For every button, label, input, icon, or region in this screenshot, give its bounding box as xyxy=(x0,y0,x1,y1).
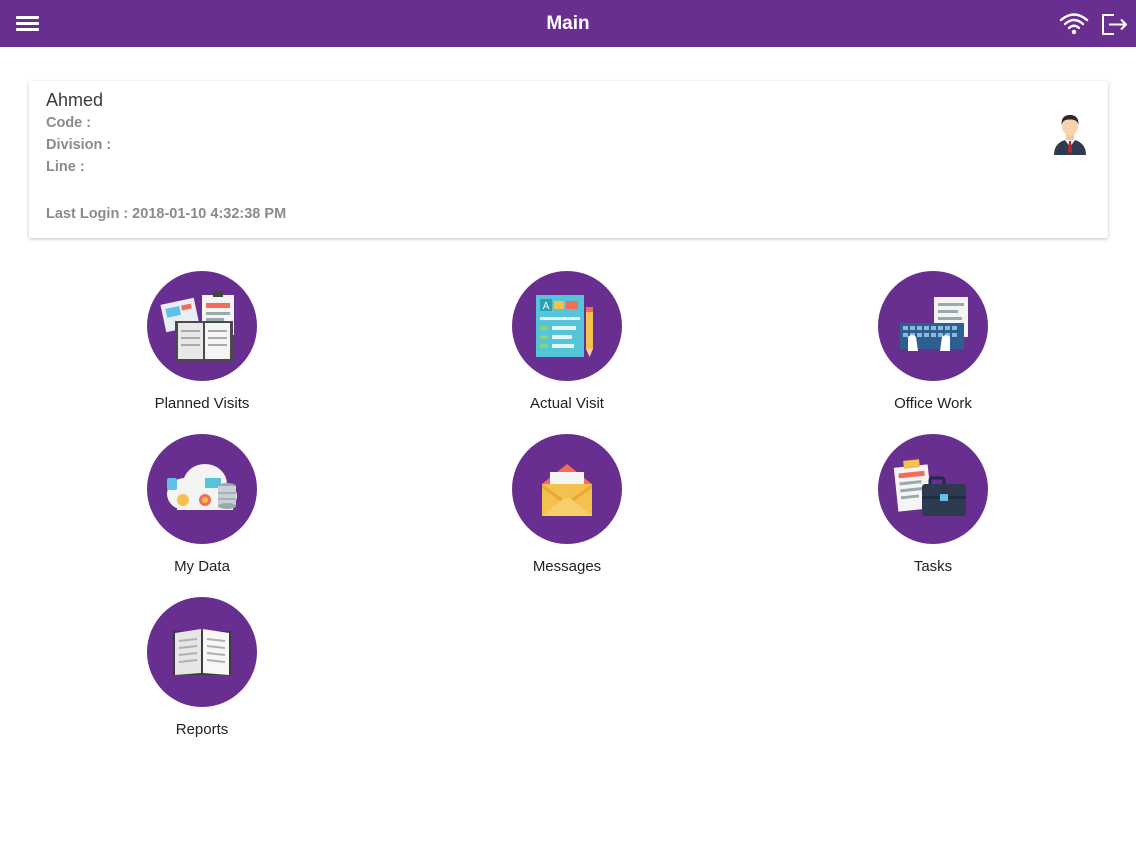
reports-tile[interactable]: Reports xyxy=(102,597,302,747)
my-data-tile[interactable]: My Data xyxy=(102,434,302,584)
svg-text:A: A xyxy=(543,301,550,312)
division-label: Division : xyxy=(46,137,112,153)
planned-visits-label: Planned Visits xyxy=(154,395,250,412)
tasks-icon xyxy=(878,434,988,544)
my-data-label: My Data xyxy=(174,558,230,575)
page-title: Main xyxy=(546,13,590,34)
messages-icon xyxy=(512,434,622,544)
reports-label: Reports xyxy=(175,721,229,738)
user-name: Ahmed xyxy=(46,90,104,110)
profile-card: Ahmed Code : Division : Line : Last Logi… xyxy=(29,81,1108,238)
line-label: Line : xyxy=(46,159,85,175)
top-app-bar: Main xyxy=(0,0,1136,47)
office-work-icon xyxy=(878,271,988,381)
messages-label: Messages xyxy=(532,558,602,575)
planned-visits-tile[interactable]: Planned Visits xyxy=(102,271,302,421)
office-work-label: Office Work xyxy=(894,395,972,412)
tasks-label: Tasks xyxy=(913,558,953,575)
wifi-icon[interactable] xyxy=(1058,10,1090,38)
last-login-text: Last Login : 2018-01-10 4:32:38 PM xyxy=(46,206,287,222)
tasks-tile[interactable]: Tasks xyxy=(833,434,1033,584)
messages-tile[interactable]: Messages xyxy=(467,434,667,584)
reports-icon xyxy=(147,597,257,707)
actual-visit-icon: A xyxy=(512,271,622,381)
user-avatar-icon xyxy=(1051,111,1089,155)
actual-visit-tile[interactable]: A Actual Visit xyxy=(467,271,667,421)
logout-icon[interactable] xyxy=(1098,10,1130,38)
planned-visits-icon xyxy=(147,271,257,381)
code-label: Code : xyxy=(46,115,92,131)
my-data-icon xyxy=(147,434,257,544)
actual-visit-label: Actual Visit xyxy=(530,395,604,412)
office-work-tile[interactable]: Office Work xyxy=(833,271,1033,421)
